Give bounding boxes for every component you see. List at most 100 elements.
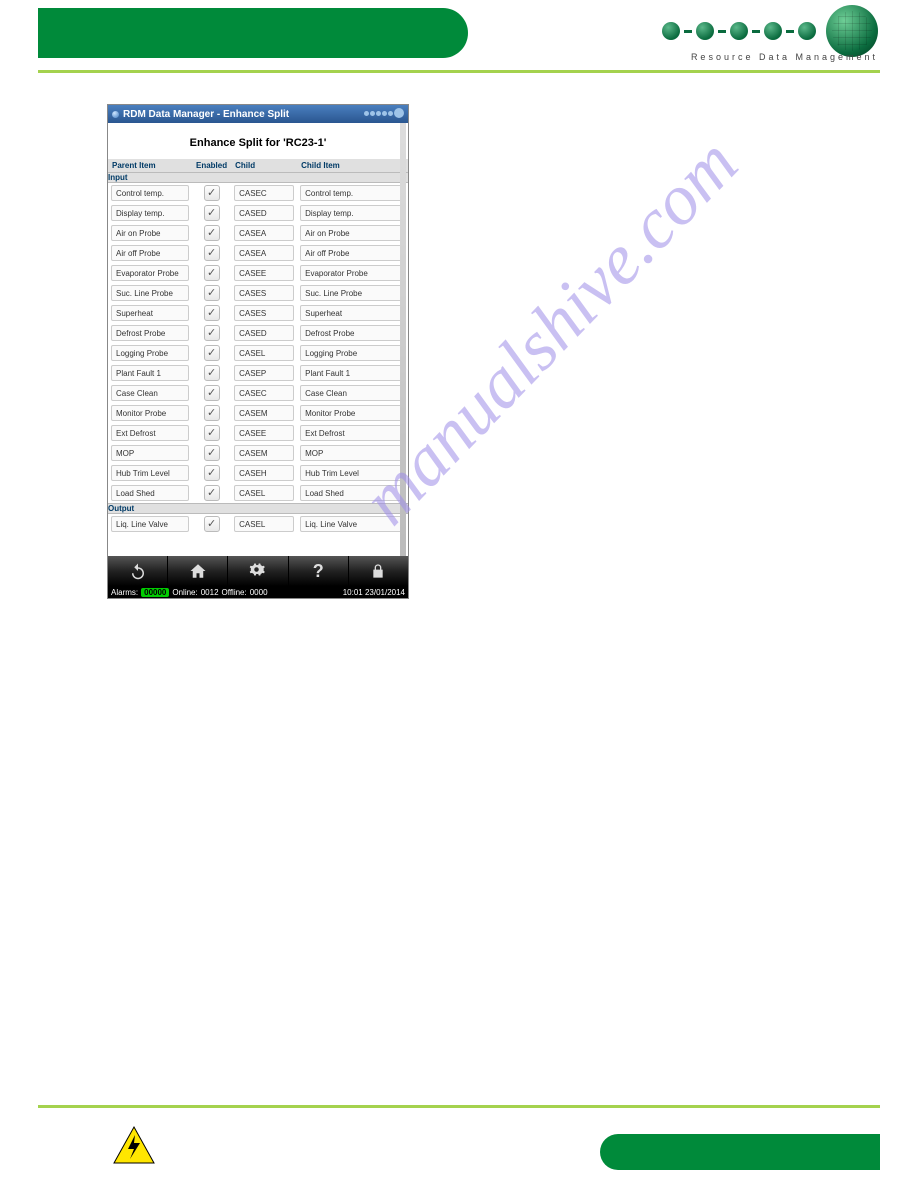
child-item-field[interactable]: Logging Probe xyxy=(300,345,405,361)
enabled-checkbox[interactable] xyxy=(204,516,220,532)
table-row: Ext Defrost CASEE Ext Defrost xyxy=(108,423,408,443)
child-field[interactable]: CASEL xyxy=(234,516,294,532)
child-item-field[interactable]: Defrost Probe xyxy=(300,325,405,341)
table-row: Air off Probe CASEA Air off Probe xyxy=(108,243,408,263)
child-item-field[interactable]: Load Shed xyxy=(300,485,405,501)
child-item-field[interactable]: Evaporator Probe xyxy=(300,265,405,281)
enabled-checkbox[interactable] xyxy=(204,325,220,341)
child-item-field[interactable]: Monitor Probe xyxy=(300,405,405,421)
child-item-field[interactable]: Case Clean xyxy=(300,385,405,401)
help-button[interactable]: ? xyxy=(289,556,349,586)
child-field[interactable]: CASEP xyxy=(234,365,294,381)
table-row: Case Clean CASEC Case Clean xyxy=(108,383,408,403)
enabled-checkbox[interactable] xyxy=(204,485,220,501)
app-window: RDM Data Manager - Enhance Split Enhance… xyxy=(107,104,409,599)
parent-field[interactable]: Defrost Probe xyxy=(111,325,189,341)
parent-field[interactable]: Plant Fault 1 xyxy=(111,365,189,381)
lock-icon xyxy=(370,563,386,579)
child-field[interactable]: CASES xyxy=(234,305,294,321)
child-item-field[interactable]: MOP xyxy=(300,445,405,461)
parent-field[interactable]: Monitor Probe xyxy=(111,405,189,421)
enabled-checkbox[interactable] xyxy=(204,205,220,221)
split-table: Parent Item Enabled Child Child Item Inp… xyxy=(108,159,408,534)
back-button[interactable] xyxy=(108,556,168,586)
header-logo xyxy=(662,5,878,57)
child-field[interactable]: CASEC xyxy=(234,185,294,201)
col-enabled: Enabled xyxy=(192,159,231,173)
parent-field[interactable]: Case Clean xyxy=(111,385,189,401)
parent-field[interactable]: Logging Probe xyxy=(111,345,189,361)
table-row: Plant Fault 1 CASEP Plant Fault 1 xyxy=(108,363,408,383)
parent-field[interactable]: Air on Probe xyxy=(111,225,189,241)
parent-field[interactable]: Hub Trim Level xyxy=(111,465,189,481)
header-divider xyxy=(38,70,880,73)
section-input: Input xyxy=(108,173,408,183)
parent-field[interactable]: Suc. Line Probe xyxy=(111,285,189,301)
help-icon: ? xyxy=(313,561,324,582)
enabled-checkbox[interactable] xyxy=(204,285,220,301)
child-item-field[interactable]: Display temp. xyxy=(300,205,405,221)
child-item-field[interactable]: Liq. Line Valve xyxy=(300,516,405,532)
child-field[interactable]: CASEE xyxy=(234,265,294,281)
child-item-field[interactable]: Hub Trim Level xyxy=(300,465,405,481)
alarms-label: Alarms: xyxy=(111,588,138,597)
child-field[interactable]: CASED xyxy=(234,325,294,341)
parent-field[interactable]: Display temp. xyxy=(111,205,189,221)
child-item-field[interactable]: Air on Probe xyxy=(300,225,405,241)
title-bar: RDM Data Manager - Enhance Split xyxy=(108,105,408,123)
enabled-checkbox[interactable] xyxy=(204,305,220,321)
col-parent: Parent Item xyxy=(108,159,192,173)
child-field[interactable]: CASED xyxy=(234,205,294,221)
enabled-checkbox[interactable] xyxy=(204,185,220,201)
child-field[interactable]: CASEA xyxy=(234,245,294,261)
enabled-checkbox[interactable] xyxy=(204,405,220,421)
page-header: Resource Data Management xyxy=(0,0,918,72)
title-mini-logo xyxy=(364,108,404,118)
home-icon xyxy=(189,562,207,580)
table-row: Evaporator Probe CASEE Evaporator Probe xyxy=(108,263,408,283)
child-field[interactable]: CASEM xyxy=(234,405,294,421)
enabled-checkbox[interactable] xyxy=(204,445,220,461)
parent-field[interactable]: Evaporator Probe xyxy=(111,265,189,281)
settings-button[interactable] xyxy=(228,556,288,586)
parent-field[interactable]: Control temp. xyxy=(111,185,189,201)
child-field[interactable]: CASES xyxy=(234,285,294,301)
enabled-checkbox[interactable] xyxy=(204,245,220,261)
child-field[interactable]: CASEH xyxy=(234,465,294,481)
child-item-field[interactable]: Air off Probe xyxy=(300,245,405,261)
child-field[interactable]: CASEA xyxy=(234,225,294,241)
child-item-field[interactable]: Suc. Line Probe xyxy=(300,285,405,301)
enabled-checkbox[interactable] xyxy=(204,425,220,441)
child-field[interactable]: CASEE xyxy=(234,425,294,441)
undo-icon xyxy=(129,562,147,580)
table-row: Superheat CASES Superheat xyxy=(108,303,408,323)
parent-field[interactable]: Load Shed xyxy=(111,485,189,501)
offline-value: 0000 xyxy=(250,588,268,597)
lock-button[interactable] xyxy=(349,556,408,586)
home-button[interactable] xyxy=(168,556,228,586)
child-item-field[interactable]: Superheat xyxy=(300,305,405,321)
child-field[interactable]: CASEL xyxy=(234,345,294,361)
parent-field[interactable]: Superheat xyxy=(111,305,189,321)
parent-field[interactable]: Air off Probe xyxy=(111,245,189,261)
enabled-checkbox[interactable] xyxy=(204,345,220,361)
globe-icon xyxy=(826,5,878,57)
enabled-checkbox[interactable] xyxy=(204,265,220,281)
child-field[interactable]: CASEM xyxy=(234,445,294,461)
parent-field[interactable]: Ext Defrost xyxy=(111,425,189,441)
enabled-checkbox[interactable] xyxy=(204,465,220,481)
child-field[interactable]: CASEL xyxy=(234,485,294,501)
parent-field[interactable]: Liq. Line Valve xyxy=(111,516,189,532)
enabled-checkbox[interactable] xyxy=(204,365,220,381)
enabled-checkbox[interactable] xyxy=(204,225,220,241)
status-time: 10:01 23/01/2014 xyxy=(343,588,405,597)
scrollbar[interactable] xyxy=(400,123,406,556)
child-item-field[interactable]: Plant Fault 1 xyxy=(300,365,405,381)
enabled-checkbox[interactable] xyxy=(204,385,220,401)
online-value: 0012 xyxy=(201,588,219,597)
parent-field[interactable]: MOP xyxy=(111,445,189,461)
child-item-field[interactable]: Ext Defrost xyxy=(300,425,405,441)
child-item-field[interactable]: Control temp. xyxy=(300,185,405,201)
table-row: Liq. Line Valve CASEL Liq. Line Valve xyxy=(108,514,408,535)
child-field[interactable]: CASEC xyxy=(234,385,294,401)
